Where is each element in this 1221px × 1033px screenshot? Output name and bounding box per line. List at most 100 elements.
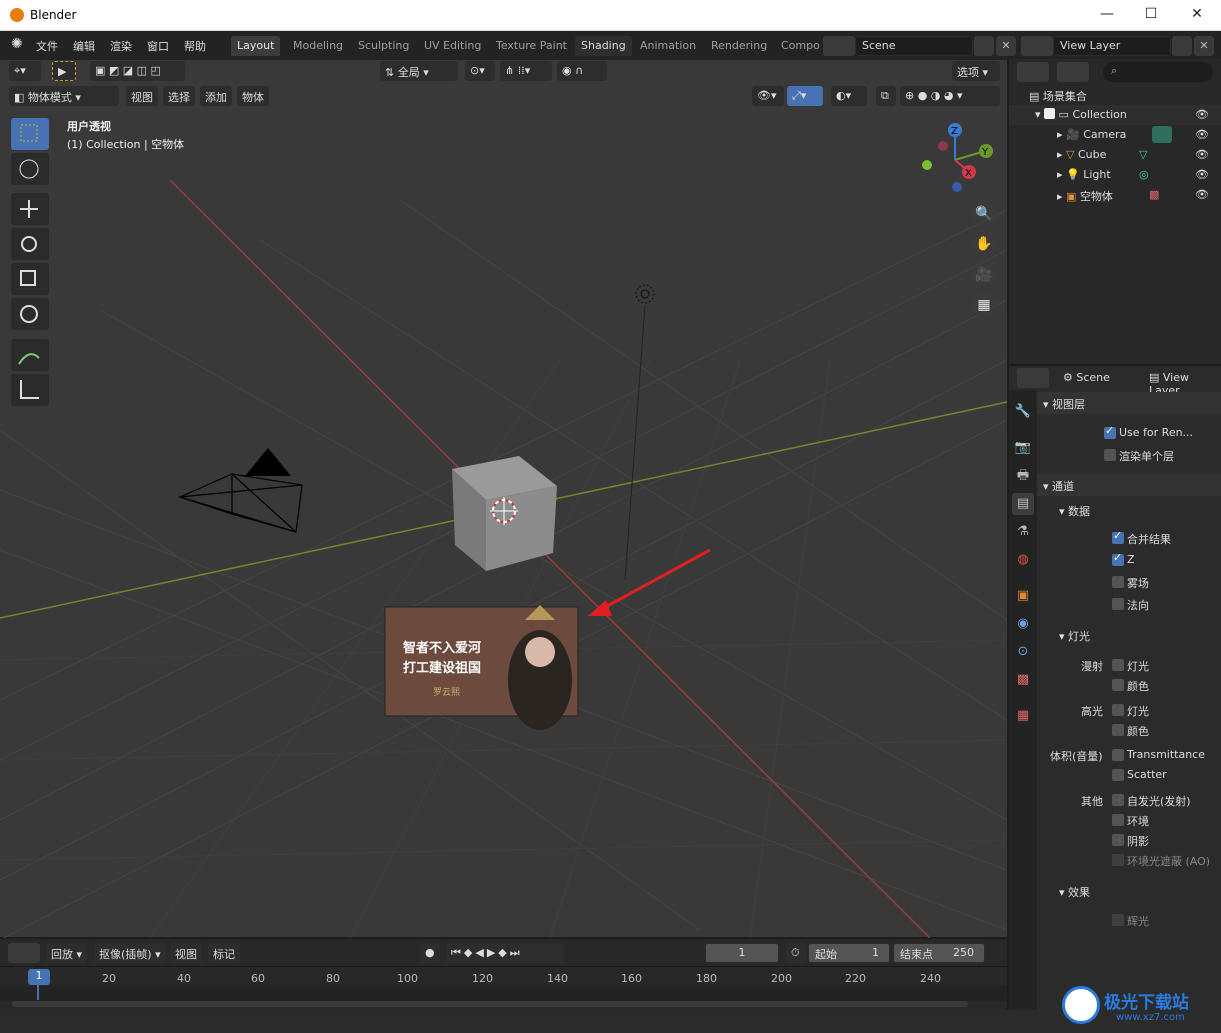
timeline-scrollbar[interactable] xyxy=(12,1001,968,1007)
emission-checkbox[interactable] xyxy=(1112,794,1124,806)
scene-field[interactable]: Scene xyxy=(855,36,973,56)
tool-tab-icon[interactable]: 🔧 xyxy=(1012,401,1034,423)
outliner-search-input[interactable]: ⌕ xyxy=(1103,62,1213,82)
mesh-data-icon[interactable]: ▽ xyxy=(1139,148,1147,161)
diffuse-color-checkbox[interactable] xyxy=(1112,679,1124,691)
new-scene-icon[interactable] xyxy=(974,36,994,56)
section-passes[interactable]: ▾ 通道 xyxy=(1037,474,1221,496)
view-layer-selector-icon[interactable] xyxy=(1021,36,1053,56)
render-single-layer-checkbox[interactable] xyxy=(1104,449,1116,461)
glossy-color-checkbox[interactable] xyxy=(1112,724,1124,736)
diffuse-light-checkbox[interactable] xyxy=(1112,659,1124,671)
image-data-icon[interactable]: ▩ xyxy=(1149,188,1159,201)
camera-data-icon[interactable] xyxy=(1152,126,1172,143)
current-frame-marker[interactable]: 1 xyxy=(28,969,50,985)
scatter-checkbox[interactable] xyxy=(1112,769,1124,781)
delete-scene-icon[interactable]: ✕ xyxy=(996,36,1016,56)
end-frame-field[interactable]: 结束点 250 xyxy=(893,943,985,963)
menu-object[interactable]: 物体 xyxy=(237,86,269,106)
new-view-layer-icon[interactable] xyxy=(1172,36,1192,56)
transform-orientation-dropdown[interactable]: ⇅ 全局 ▾ xyxy=(380,61,458,81)
output-tab-icon[interactable]: 🖶 xyxy=(1012,465,1034,487)
menu-window[interactable]: 窗口 xyxy=(147,38,169,54)
scene-selector-icon[interactable] xyxy=(823,36,855,56)
tab-layout[interactable]: Layout xyxy=(231,36,281,56)
proportional-edit-icon[interactable]: ◉ ∩ xyxy=(557,61,607,81)
shadow-checkbox[interactable] xyxy=(1112,834,1124,846)
menu-file[interactable]: 文件 xyxy=(36,38,58,54)
outliner-item-camera[interactable]: ▸ 🎥 Camera 👁 xyxy=(1009,125,1221,145)
menu-view[interactable]: 视图 xyxy=(126,86,158,106)
eye-icon[interactable]: 👁 xyxy=(1195,128,1209,141)
ao-checkbox[interactable] xyxy=(1112,854,1124,866)
scene-tab-icon[interactable]: ⚗ xyxy=(1012,521,1034,543)
options-dropdown[interactable]: 选项 ▾ xyxy=(952,61,1000,81)
menu-help[interactable]: 帮助 xyxy=(184,38,206,54)
select-tweak-icon[interactable]: ▶ xyxy=(52,61,76,81)
tab-compositing[interactable]: Compo xyxy=(775,36,826,56)
render-tab-icon[interactable]: 📷 xyxy=(1012,437,1034,459)
minimize-button[interactable]: — xyxy=(1097,6,1117,22)
pan-hand-icon[interactable]: ✋ xyxy=(971,231,997,257)
tab-shading[interactable]: Shading xyxy=(575,36,632,56)
light-data-icon[interactable]: ◎ xyxy=(1139,168,1149,181)
playback-dropdown[interactable]: 回放 ▾ xyxy=(46,943,88,963)
scene-collection-row[interactable]: ▤ 场景集合 xyxy=(1009,85,1221,105)
mode-dropdown[interactable]: ◧ 物体模式 ▾ xyxy=(9,86,119,106)
outliner-editor-type[interactable] xyxy=(1017,62,1049,82)
editor-type-selector[interactable]: ⌖▾ xyxy=(9,61,41,81)
overlay-toggle-icon[interactable]: ◐▾ xyxy=(831,86,867,106)
tab-uv-editing[interactable]: UV Editing xyxy=(418,36,487,56)
stopwatch-icon[interactable]: ⏱ xyxy=(786,943,806,963)
timeline-menu-view[interactable]: 视图 xyxy=(170,943,202,963)
bloom-checkbox[interactable] xyxy=(1112,914,1124,926)
glossy-light-checkbox[interactable] xyxy=(1112,704,1124,716)
section-view-layer[interactable]: ▾ 视图层 xyxy=(1037,392,1221,414)
gizmo-toggle-icon[interactable]: ⤢▾ xyxy=(787,86,823,106)
tab-animation[interactable]: Animation xyxy=(634,36,702,56)
keying-dropdown[interactable]: 抠像(插帧) ▾ xyxy=(94,943,166,963)
zoom-icon[interactable]: 🔍 xyxy=(971,201,997,227)
properties-editor-type[interactable] xyxy=(1017,368,1049,388)
transmittance-checkbox[interactable] xyxy=(1112,749,1124,761)
subpanel-effects[interactable]: ▾ 效果 xyxy=(1059,884,1090,900)
visibility-icon[interactable]: 👁▾ xyxy=(752,86,784,106)
menu-add[interactable]: 添加 xyxy=(200,86,232,106)
outliner-item-light[interactable]: ▸ 💡 Light ◎ 👁 xyxy=(1009,165,1221,185)
3d-viewport[interactable]: 智者不入爱河 打工建设祖国 罗云熙 xyxy=(0,59,1007,938)
outliner-item-collection[interactable]: ▾ ▭ Collection 👁 xyxy=(1009,105,1221,125)
tab-sculpting[interactable]: Sculpting xyxy=(352,36,415,56)
menu-select[interactable]: 选择 xyxy=(163,86,195,106)
maximize-button[interactable]: ☐ xyxy=(1141,6,1161,22)
record-button[interactable]: ● xyxy=(420,943,440,963)
xray-toggle-icon[interactable]: ⧉ xyxy=(876,86,896,106)
view-layer-field[interactable]: View Layer xyxy=(1053,36,1171,56)
menu-edit[interactable]: 编辑 xyxy=(73,38,95,54)
eye-icon[interactable]: 👁 xyxy=(1195,108,1209,121)
physics-tab-icon[interactable]: ◉ xyxy=(1012,613,1034,635)
subpanel-light[interactable]: ▾ 灯光 xyxy=(1059,628,1090,644)
ortho-grid-icon[interactable]: ▦ xyxy=(971,292,997,318)
scene-tab[interactable]: ⚙ Scene xyxy=(1063,371,1110,384)
constraints-tab-icon[interactable]: ⊙ xyxy=(1012,641,1034,663)
eye-icon[interactable]: 👁 xyxy=(1195,148,1209,161)
outliner-display-mode[interactable] xyxy=(1057,62,1089,82)
blender-menu-icon[interactable]: ✺ xyxy=(11,36,23,52)
mist-checkbox[interactable] xyxy=(1112,576,1124,588)
tab-rendering[interactable]: Rendering xyxy=(705,36,773,56)
use-for-render-checkbox[interactable] xyxy=(1104,424,1116,439)
pivot-point-icon[interactable]: ⊙▾ xyxy=(465,61,495,81)
delete-view-layer-icon[interactable]: ✕ xyxy=(1194,36,1214,56)
z-checkbox[interactable] xyxy=(1112,551,1124,566)
snap-icon[interactable]: ⋔ ⁞⁞▾ xyxy=(500,61,552,81)
shading-mode-icons[interactable]: ⊕ ● ◑ ◕ ▾ xyxy=(900,86,1000,106)
normal-checkbox[interactable] xyxy=(1112,598,1124,610)
selection-mode-icons[interactable]: ▣ ◩ ◪ ◫ ◰ xyxy=(90,61,185,81)
subpanel-data[interactable]: ▾ 数据 xyxy=(1059,503,1090,519)
menu-render[interactable]: 渲染 xyxy=(110,38,132,54)
collection-checkbox[interactable] xyxy=(1044,108,1056,119)
object-tab-icon[interactable]: ▣ xyxy=(1012,585,1034,607)
outliner-item-empty[interactable]: ▸ ▣ 空物体 ▩ 👁 xyxy=(1009,185,1221,205)
combined-checkbox[interactable] xyxy=(1112,529,1124,544)
start-frame-field[interactable]: 起始 1 xyxy=(808,943,890,963)
